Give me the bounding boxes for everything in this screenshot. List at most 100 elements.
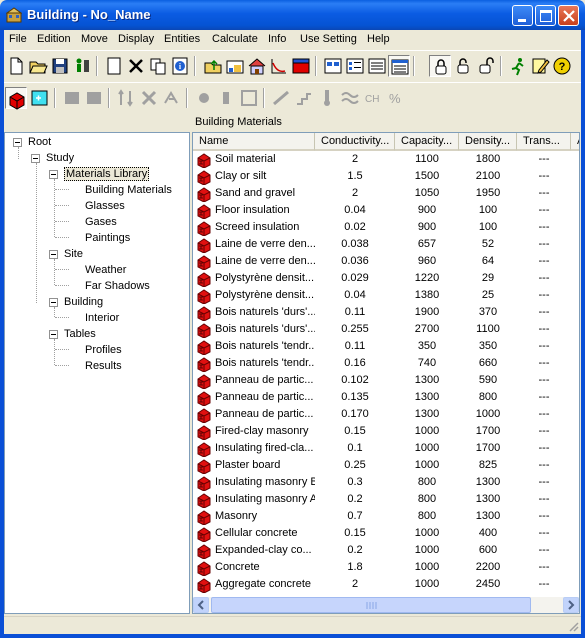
material-mode-button[interactable]: [5, 87, 27, 110]
tree-node-materials-library[interactable]: Materials Library: [64, 167, 150, 181]
expander-tables[interactable]: [49, 330, 58, 339]
copy-button[interactable]: [147, 55, 169, 77]
material-row[interactable]: Bois naturels 'tendr... 0.11 350 350 ---: [193, 338, 573, 355]
new-document-button[interactable]: [103, 55, 125, 77]
tree-node-root[interactable]: Root: [28, 135, 51, 149]
tree-node-study[interactable]: Study: [46, 151, 74, 165]
view-list-button[interactable]: [366, 55, 388, 77]
save-button[interactable]: [49, 55, 71, 77]
column-header-transmission[interactable]: Trans...: [517, 133, 571, 151]
material-row[interactable]: Laine de verre den... 0.038 657 52 ---: [193, 236, 573, 253]
material-row[interactable]: Panneau de partic... 0.135 1300 800 ---: [193, 389, 573, 406]
material-row[interactable]: Plaster board 0.25 1000 825 ---: [193, 457, 573, 474]
menu-file[interactable]: File: [9, 33, 27, 45]
disabled-tool-9[interactable]: [270, 87, 292, 109]
title-bar[interactable]: Building - No_Name: [0, 0, 585, 30]
view-small-icons-button[interactable]: [344, 55, 366, 77]
material-row[interactable]: Clay or silt 1.5 1500 2100 ---: [193, 168, 573, 185]
column-header-extra[interactable]: A: [571, 133, 579, 151]
scroll-left-button[interactable]: [193, 597, 209, 613]
disabled-tool-11[interactable]: [316, 87, 338, 109]
disabled-tool-13[interactable]: CH: [362, 87, 384, 109]
disabled-tool-1[interactable]: [61, 87, 83, 109]
tree-node-glasses[interactable]: Glasses: [85, 199, 125, 213]
run-button[interactable]: [507, 55, 529, 77]
materials-list[interactable]: Name Conductivity... Capacity... Density…: [192, 132, 580, 614]
material-row[interactable]: Screed insulation 0.02 900 100 ---: [193, 219, 573, 236]
maximize-button[interactable]: [535, 5, 556, 26]
column-header-conductivity[interactable]: Conductivity...: [315, 133, 395, 151]
material-row[interactable]: Floor insulation 0.04 900 100 ---: [193, 202, 573, 219]
expander-building[interactable]: [49, 298, 58, 307]
close-button[interactable]: [558, 5, 579, 26]
material-row[interactable]: Masonry 0.7 800 1300 ---: [193, 508, 573, 525]
material-row[interactable]: Panneau de partic... 0.102 1300 590 ---: [193, 372, 573, 389]
expander-materials-library[interactable]: [49, 170, 58, 179]
material-row[interactable]: Expanded-clay co... 0.2 1000 600 ---: [193, 542, 573, 559]
material-row[interactable]: Aggregate concrete 2 1000 2450 ---: [193, 576, 573, 593]
material-row[interactable]: Concrete 1.8 1000 2200 ---: [193, 559, 573, 576]
expander-site[interactable]: [49, 250, 58, 259]
disabled-tool-8[interactable]: [238, 87, 260, 109]
material-row[interactable]: Bois naturels 'durs'... 0.255 2700 1100 ---: [193, 321, 573, 338]
site-button[interactable]: [224, 55, 246, 77]
tree-node-paintings[interactable]: Paintings: [85, 231, 130, 245]
print-preview-button[interactable]: [71, 55, 93, 77]
glass-mode-button[interactable]: [29, 87, 51, 109]
lock-closed-button[interactable]: [429, 55, 451, 77]
menu-help[interactable]: Help: [367, 33, 390, 45]
resize-grip-icon[interactable]: [567, 620, 579, 632]
scrollbar-thumb[interactable]: [211, 597, 531, 613]
menu-info[interactable]: Info: [268, 33, 286, 45]
disabled-tool-6[interactable]: [193, 87, 215, 109]
disabled-tool-5[interactable]: [161, 87, 183, 109]
tree-node-profiles[interactable]: Profiles: [85, 343, 122, 357]
disabled-tool-7[interactable]: [215, 87, 237, 109]
minimize-button[interactable]: [512, 5, 533, 26]
material-row[interactable]: Bois naturels 'durs'... 0.11 1900 370 ---: [193, 304, 573, 321]
material-row[interactable]: Insulating masonry B 0.3 800 1300 ---: [193, 474, 573, 491]
graph-button[interactable]: [268, 55, 290, 77]
material-row[interactable]: Sand and gravel 2 1050 1950 ---: [193, 185, 573, 202]
menu-use-setting[interactable]: Use Setting: [300, 33, 357, 45]
material-row[interactable]: Laine de verre den... 0.036 960 64 ---: [193, 253, 573, 270]
scroll-right-button[interactable]: [563, 597, 579, 613]
open-folder-button[interactable]: [27, 55, 49, 77]
help-button[interactable]: ?: [551, 55, 573, 77]
tree-node-far-shadows[interactable]: Far Shadows: [85, 279, 150, 293]
material-row[interactable]: Polystyrène densit... 0.04 1380 25 ---: [193, 287, 573, 304]
disabled-tool-12[interactable]: [339, 87, 361, 109]
column-header-capacity[interactable]: Capacity...: [395, 133, 459, 151]
material-row[interactable]: Insulating fired-cla... 0.1 1000 1700 ---: [193, 440, 573, 457]
menu-entities[interactable]: Entities: [164, 33, 200, 45]
tree-node-interior[interactable]: Interior: [85, 311, 119, 325]
material-row[interactable]: Soil material 2 1100 1800 ---: [193, 151, 573, 168]
horizontal-scrollbar[interactable]: [193, 597, 579, 613]
material-button[interactable]: [290, 55, 312, 77]
tree-node-results[interactable]: Results: [85, 359, 122, 373]
disabled-tool-3[interactable]: [115, 87, 137, 109]
tree-node-tables[interactable]: Tables: [64, 327, 96, 341]
material-row[interactable]: Cellular concrete 0.15 1000 400 ---: [193, 525, 573, 542]
notes-button[interactable]: [529, 55, 551, 77]
project-tree[interactable]: Root Study Materials Library Building Ma…: [4, 132, 190, 614]
material-row[interactable]: Polystyrène densit... 0.029 1220 29 ---: [193, 270, 573, 287]
building-button[interactable]: [246, 55, 268, 77]
tree-node-site[interactable]: Site: [64, 247, 83, 261]
lock-open-button[interactable]: [475, 55, 497, 77]
tree-node-building[interactable]: Building: [64, 295, 103, 309]
disabled-tool-14[interactable]: %: [385, 87, 407, 109]
tree-node-weather[interactable]: Weather: [85, 263, 126, 277]
menu-display[interactable]: Display: [118, 33, 154, 45]
material-row[interactable]: Insulating masonry A 0.2 800 1300 ---: [193, 491, 573, 508]
column-header-density[interactable]: Density...: [459, 133, 517, 151]
view-large-icons-button[interactable]: [322, 55, 344, 77]
menu-move[interactable]: Move: [81, 33, 108, 45]
material-row[interactable]: Bois naturels 'tendr... 0.16 740 660 ---: [193, 355, 573, 372]
new-file-button[interactable]: [5, 55, 27, 77]
disabled-tool-2[interactable]: [83, 87, 105, 109]
disabled-tool-10[interactable]: [293, 87, 315, 109]
tree-node-gases[interactable]: Gases: [85, 215, 117, 229]
lock-half-button[interactable]: [452, 55, 474, 77]
expander-study[interactable]: [31, 154, 40, 163]
